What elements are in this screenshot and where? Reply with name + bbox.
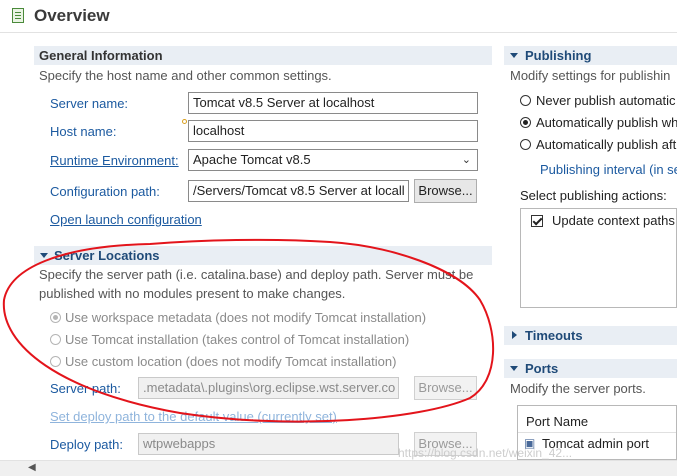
- publishing-section-header[interactable]: Publishing: [504, 46, 677, 65]
- collapse-triangle-icon: [510, 53, 518, 58]
- expand-triangle-icon: [512, 331, 517, 339]
- radio-custom-location[interactable]: [50, 356, 61, 367]
- timeouts-section-title: Timeouts: [525, 328, 583, 343]
- watermark-text: https://blog.csdn.net/weixin_42...: [398, 446, 573, 460]
- publishing-actions-list[interactable]: Update context paths: [520, 208, 677, 308]
- radio-auto-publish-resources-label: Automatically publish wh: [536, 115, 677, 130]
- config-path-input[interactable]: /Servers/Tomcat v8.5 Server at locall: [188, 180, 409, 202]
- server-path-label: Server path:: [50, 381, 121, 396]
- radio-never-publish-label: Never publish automatic: [536, 93, 676, 108]
- locations-section-header[interactable]: Server Locations: [34, 246, 492, 265]
- radio-tomcat-installation[interactable]: [50, 334, 61, 345]
- host-name-input[interactable]: localhost: [188, 120, 478, 142]
- ports-section-title: Ports: [525, 361, 559, 376]
- publishing-section-title: Publishing: [525, 48, 592, 63]
- runtime-select-value: Apache Tomcat v8.5: [193, 152, 311, 167]
- host-name-label: Host name:: [50, 124, 117, 139]
- overview-icon: [12, 8, 24, 23]
- radio-workspace-metadata-label: Use workspace metadata (does not modify …: [65, 310, 427, 325]
- radio-auto-publish-build-label: Automatically publish aft: [536, 137, 677, 152]
- deploy-path-input[interactable]: wtpwebapps: [138, 433, 399, 455]
- general-section-header: General Information: [34, 46, 492, 65]
- locations-description-2: published with no modules present to mak…: [39, 286, 346, 301]
- locations-section-title: Server Locations: [54, 248, 160, 263]
- set-deploy-path-link[interactable]: Set deploy path to the default value (cu…: [50, 409, 337, 424]
- publishing-actions-label: Select publishing actions:: [520, 188, 667, 203]
- ports-column-header[interactable]: Port Name: [526, 414, 588, 429]
- config-browse-button[interactable]: Browse...: [414, 179, 477, 203]
- radio-auto-publish-resources[interactable]: [520, 117, 531, 128]
- ports-description: Modify the server ports.: [510, 381, 646, 396]
- server-name-input[interactable]: Tomcat v8.5 Server at localhost: [188, 92, 478, 114]
- scroll-left-icon[interactable]: ◀: [28, 462, 36, 473]
- open-launch-config-link[interactable]: Open launch configuration: [50, 212, 202, 227]
- general-description: Specify the host name and other common s…: [39, 68, 332, 83]
- radio-custom-location-label: Use custom location (does not modify Tom…: [65, 354, 397, 369]
- general-section-title: General Information: [39, 48, 163, 63]
- deploy-path-label: Deploy path:: [50, 437, 123, 452]
- radio-auto-publish-build[interactable]: [520, 139, 531, 150]
- ports-section-header[interactable]: Ports: [504, 359, 677, 378]
- runtime-environment-link[interactable]: Runtime Environment:: [50, 153, 179, 168]
- server-path-browse-button[interactable]: Browse...: [414, 376, 477, 400]
- page-title: Overview: [34, 6, 110, 25]
- publishing-description: Modify settings for publishin: [510, 68, 671, 83]
- config-path-label: Configuration path:: [50, 184, 160, 199]
- ports-header-divider: [518, 432, 676, 433]
- radio-workspace-metadata[interactable]: [50, 312, 61, 323]
- info-decoration-icon: [182, 119, 187, 124]
- horizontal-scrollbar[interactable]: ◀: [0, 460, 677, 476]
- header-divider: [0, 32, 677, 33]
- chevron-down-icon: ⌄: [461, 154, 471, 166]
- collapse-triangle-icon: [510, 366, 518, 371]
- collapse-triangle-icon: [40, 253, 48, 258]
- update-context-paths-label: Update context paths: [552, 213, 675, 228]
- radio-never-publish[interactable]: [520, 95, 531, 106]
- server-path-input[interactable]: .metadata\.plugins\org.eclipse.wst.serve…: [138, 377, 399, 399]
- radio-tomcat-installation-label: Use Tomcat installation (takes control o…: [65, 332, 410, 347]
- locations-description-1: Specify the server path (i.e. catalina.b…: [39, 267, 474, 282]
- timeouts-section-header[interactable]: Timeouts: [504, 326, 677, 345]
- server-name-label: Server name:: [50, 96, 129, 111]
- update-context-paths-checkbox[interactable]: [531, 215, 543, 227]
- runtime-select[interactable]: Apache Tomcat v8.5 ⌄: [188, 149, 478, 171]
- publishing-interval-label: Publishing interval (in se: [540, 162, 677, 177]
